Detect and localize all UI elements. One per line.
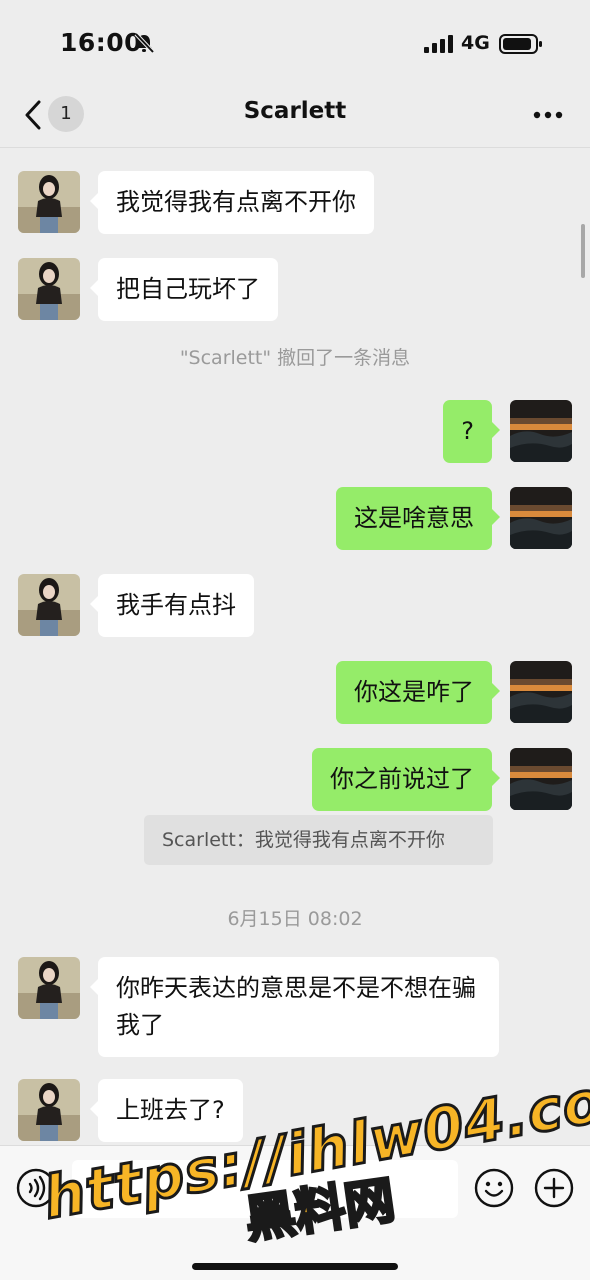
signal-icon	[424, 35, 453, 53]
timestamp: 6月15日 08:02	[227, 908, 363, 930]
outgoing-message[interactable]: 你之前说过了	[312, 748, 500, 811]
battery-icon	[499, 34, 542, 54]
status-bar: 16:00 4G	[0, 0, 590, 88]
outgoing-message[interactable]: 这是啥意思	[336, 487, 500, 550]
contact-avatar[interactable]	[18, 574, 80, 636]
input-bar	[0, 1145, 590, 1280]
contact-avatar[interactable]	[18, 258, 80, 320]
my-avatar[interactable]	[510, 748, 572, 810]
contact-avatar[interactable]	[18, 957, 80, 1019]
incoming-message[interactable]: 上班去了?	[90, 1079, 243, 1142]
chat-message-list[interactable]: 我觉得我有点离不开你 把自己玩坏了 "Scarlett" 撤回了一条消息 ? 这…	[0, 149, 590, 1145]
bell-muted-icon	[134, 32, 155, 54]
contact-avatar[interactable]	[18, 1079, 80, 1141]
network-label: 4G	[461, 32, 490, 54]
emoji-icon[interactable]	[474, 1168, 514, 1208]
message-input[interactable]	[72, 1160, 458, 1218]
chat-header: 1 Scarlett	[0, 88, 590, 148]
outgoing-message[interactable]: 你这是咋了	[336, 661, 500, 724]
status-time: 16:00	[60, 28, 143, 57]
chat-title: Scarlett	[243, 98, 347, 124]
more-options-icon[interactable]	[532, 110, 564, 120]
incoming-message[interactable]: 把自己玩坏了	[90, 258, 278, 321]
contact-avatar[interactable]	[18, 171, 80, 233]
add-icon[interactable]	[534, 1168, 574, 1208]
outgoing-message[interactable]: ?	[443, 400, 500, 463]
incoming-message[interactable]: 我手有点抖	[90, 574, 254, 637]
quoted-message[interactable]: Scarlett：我觉得我有点离不开你	[144, 815, 493, 865]
home-indicator	[192, 1263, 398, 1270]
my-avatar[interactable]	[510, 487, 572, 549]
scrollbar-thumb[interactable]	[581, 224, 585, 278]
recall-notice: "Scarlett" 撤回了一条消息	[179, 347, 411, 369]
my-avatar[interactable]	[510, 661, 572, 723]
my-avatar[interactable]	[510, 400, 572, 462]
incoming-message[interactable]: 我觉得我有点离不开你	[90, 171, 374, 234]
voice-icon[interactable]	[16, 1168, 56, 1208]
incoming-message[interactable]: 你昨天表达的意思是不是不想在骗我了	[90, 957, 499, 1057]
